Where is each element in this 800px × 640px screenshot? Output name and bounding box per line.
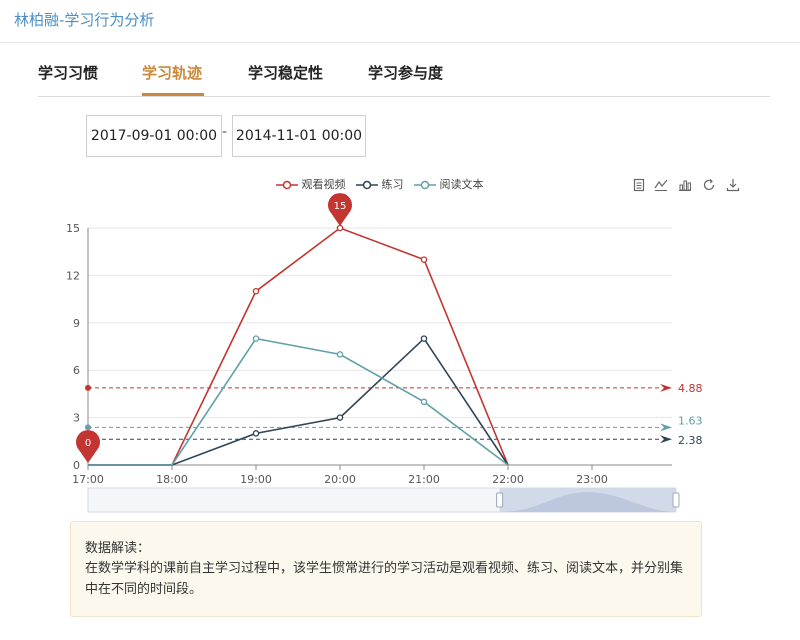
- data-point: [420, 335, 428, 342]
- x-tick-label: 20:00: [324, 473, 356, 486]
- trajectory-line-chart: 0 3 6 9 12 15 17:00 18:00 19:00 20:00 21:00 22:00 23…: [66, 193, 703, 513]
- data-point: [252, 335, 260, 342]
- data-interpretation-panel: 数据解读： 在数学学科的课前自主学习过程中，该学生惯常进行的学习活动是观看视频、…: [70, 521, 702, 617]
- data-point: [336, 224, 344, 232]
- x-tick-label: 21:00: [408, 473, 440, 486]
- average-markline-label: 1.63: [678, 414, 703, 427]
- y-tick-label: 12: [66, 269, 80, 282]
- y-tick-label: 9: [73, 317, 80, 330]
- y-tick-label: 3: [73, 412, 80, 425]
- data-point: [336, 414, 344, 421]
- average-markline-label: 4.88: [678, 382, 703, 395]
- average-markline-start: [85, 424, 91, 431]
- average-markline-arrow: [660, 383, 672, 392]
- note-title: 数据解读：: [85, 541, 151, 556]
- series-line: [88, 337, 509, 466]
- x-tick-label: 22:00: [492, 473, 524, 486]
- average-markline-start: [85, 384, 91, 391]
- max-value-pin: 15: [327, 193, 352, 226]
- average-markline-arrow: [660, 435, 672, 444]
- data-zoom-start-handle[interactable]: [496, 492, 504, 508]
- x-tick-label: 17:00: [72, 473, 104, 486]
- x-tick-label: 23:00: [576, 473, 608, 486]
- min-value-pin-label: 0: [85, 438, 91, 449]
- data-zoom-end-handle[interactable]: [672, 492, 680, 508]
- data-point: [252, 430, 260, 437]
- data-point: [420, 398, 428, 406]
- y-tick-label: 0: [73, 459, 80, 472]
- average-markline-arrow: [660, 423, 672, 432]
- series-line: [88, 337, 509, 466]
- x-tick-label: 19:00: [240, 473, 272, 486]
- average-markline-label: 2.38: [678, 434, 703, 447]
- x-tick-label: 18:00: [156, 473, 188, 486]
- y-tick-label: 6: [73, 364, 80, 377]
- data-point: [336, 351, 344, 358]
- note-body: 在数学学科的课前自主学习过程中，该学生惯常进行的学习活动是观看视频、练习、阅读文…: [85, 561, 684, 597]
- max-value-pin-label: 15: [334, 201, 347, 212]
- y-tick-label: 15: [66, 222, 80, 235]
- data-point: [252, 287, 260, 295]
- data-point: [420, 256, 428, 263]
